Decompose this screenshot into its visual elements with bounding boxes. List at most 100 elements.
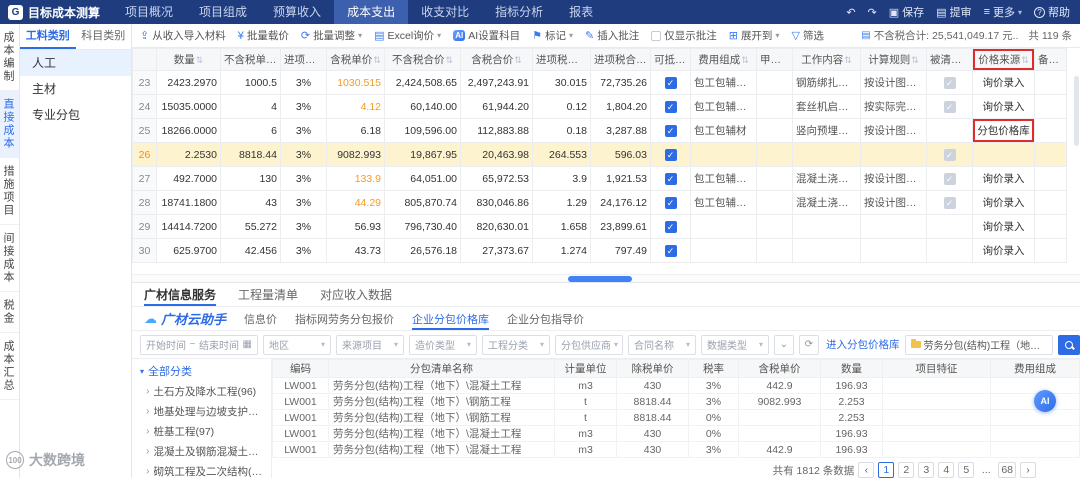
filter-select[interactable]: 工程分类 ▾ [482, 334, 550, 355]
filter-select[interactable]: 合同名称 ▾ [628, 334, 696, 355]
ai-assistant-button[interactable]: AI [1034, 390, 1056, 412]
collapse-filters-button[interactable]: ⌄ [774, 334, 794, 355]
column-header[interactable]: 进项税合价⇅ [590, 48, 651, 71]
assistant-tab[interactable]: 信息价 [244, 307, 277, 330]
assistant-tab[interactable]: 企业分包价格库 [412, 307, 489, 330]
cell-deductible[interactable]: ✓ [650, 142, 691, 167]
column-header[interactable]: 进项税单价⇅ [532, 48, 591, 71]
tree-item[interactable]: ›混凝土及钢筋混凝土工程(3453) [132, 441, 271, 461]
column-header[interactable]: 含税单价⇅ [326, 48, 385, 71]
column-header[interactable]: 价格来源⇅ [972, 48, 1035, 71]
page-button[interactable]: 5 [958, 462, 975, 478]
column-header[interactable]: 含税合价⇅ [460, 48, 533, 71]
bottom-column-header[interactable]: 分包清单名称 [328, 359, 555, 378]
bottom-table-row[interactable]: LW001 劳务分包(结构)工程（地下）\混凝土工程 m3 430 3% 442.9 196… [272, 377, 1080, 394]
prev-page-button[interactable]: ‹ [858, 462, 875, 478]
tree-item[interactable]: › 砌筑工程及二次结构(634) [132, 461, 271, 478]
undo-icon[interactable]: ↶ [846, 6, 855, 19]
library-path[interactable]: 劳务分包(结构)工程（地下） [904, 334, 1053, 355]
table-row[interactable]: 26 2.2530 8818.44 3% 9082.993 19,867.95 20,463… [132, 142, 1067, 167]
page-button[interactable]: 68 [998, 462, 1016, 478]
bottom-table-row[interactable]: LW001 劳务分包(结构)工程（地下）\混凝土工程 m3 430 3% 442.9 196… [272, 441, 1080, 458]
cell-deductible[interactable]: ✓ [650, 70, 691, 95]
top-menu-item[interactable]: 成本支出 [334, 0, 409, 24]
filter-select[interactable]: 造价类型 ▾ [409, 334, 477, 355]
scrollbar-thumb[interactable] [568, 276, 633, 282]
top-menu-item[interactable]: 项目概况 [112, 0, 186, 24]
table-row[interactable]: 25 18266.0000 6 3% 6.18 109,596.00 112,883.88 0… [132, 118, 1067, 143]
page-button[interactable]: 2 [898, 462, 915, 478]
bottom-column-header[interactable]: 数量 [820, 359, 883, 378]
submit-review-button[interactable]: ▤ 提审 [936, 4, 971, 20]
bottom-column-header[interactable]: 税率 [688, 359, 739, 378]
cell-cited[interactable] [926, 214, 973, 239]
deductible-checkbox[interactable]: ✓ [664, 76, 677, 89]
cited-checkbox[interactable]: ✓ [943, 172, 956, 185]
cell-deductible[interactable]: ✓ [650, 94, 691, 119]
cell-cited[interactable]: ✓ [926, 166, 973, 191]
toolbar-expand-button[interactable]: ⊞ 展开到 ▾ [729, 28, 780, 43]
cell-cited[interactable] [926, 238, 973, 263]
bottom-column-header[interactable]: 项目特征 [882, 359, 991, 378]
save-button[interactable]: ▣ 保存 [889, 4, 924, 20]
cited-checkbox[interactable]: ✓ [943, 76, 956, 89]
toolbar-filter-button[interactable]: ▽ 筛选 [791, 28, 823, 43]
category-tab[interactable]: 工料类别 [20, 24, 76, 49]
left-nav-item[interactable]: 直接成本 [0, 91, 19, 158]
cell-deductible[interactable]: ✓ [650, 166, 691, 191]
column-header[interactable]: 不含税合价⇅ [384, 48, 461, 71]
toolbar-price-button[interactable]: ¥ 批量载价 [238, 28, 289, 43]
bottom-column-header[interactable]: 计量单位 [554, 359, 617, 378]
more-button[interactable]: ≡ 更多 ▾ [984, 4, 1022, 20]
cell-cited[interactable] [926, 118, 973, 143]
left-nav-item[interactable]: 税金 [0, 292, 19, 333]
cited-checkbox[interactable]: ✓ [943, 100, 956, 113]
cell-cited[interactable]: ✓ [926, 142, 973, 167]
page-button[interactable]: 1 [878, 462, 895, 478]
column-header[interactable]: 甲供材⇅ [756, 48, 793, 71]
tree-item[interactable]: › 土石方及降水工程(96) [132, 381, 271, 401]
show-annotation-checkbox[interactable] [651, 30, 662, 41]
cited-checkbox[interactable]: ✓ [943, 148, 956, 161]
next-page-button[interactable]: › [1020, 462, 1036, 478]
table-row[interactable]: 28 18741.1800 43 3% 44.29 805,870.74 830,046.8… [132, 190, 1067, 215]
top-menu-item[interactable]: 指标分析 [482, 0, 556, 24]
column-header[interactable]: 计算规则⇅ [860, 48, 927, 71]
toolbar-ai-button[interactable]: AI AI设置科目 [453, 28, 520, 43]
tree-header[interactable]: ▾ 全部分类 [132, 361, 271, 381]
table-row[interactable]: 23 2423.2970 1000.5 3% 1030.515 2,424,508.65 2… [132, 70, 1067, 95]
redo-icon[interactable]: ↷ [868, 6, 877, 19]
filter-select[interactable]: 分包供应商 ▾ [555, 334, 623, 355]
horizontal-scrollbar[interactable] [132, 274, 1080, 282]
cell-deductible[interactable]: ✓ [650, 214, 691, 239]
left-nav-item[interactable]: 成本编制 [0, 24, 19, 91]
cell-deductible[interactable]: ✓ [650, 238, 691, 263]
toolbar-import-button[interactable]: ⇪ 从收入导入材料 [140, 28, 226, 43]
table-row[interactable]: 24 15035.0000 4 3% 4.12 60,140.00 61,944.20 0.1… [132, 94, 1067, 119]
bottom-column-header[interactable]: 含税单价 [738, 359, 821, 378]
cell-deductible[interactable]: ✓ [650, 118, 691, 143]
cell-cited[interactable]: ✓ [926, 94, 973, 119]
bottom-table-row[interactable]: LW001 劳务分包(结构)工程（地下）\混凝土工程 m3 430 0% 196.93 [272, 425, 1080, 442]
deductible-checkbox[interactable]: ✓ [664, 220, 677, 233]
filter-select[interactable]: 来源项目 ▾ [336, 334, 404, 355]
category-item[interactable]: 专业分包 [20, 102, 131, 128]
page-button[interactable]: 4 [938, 462, 955, 478]
cell-cited[interactable]: ✓ [926, 190, 973, 215]
bottom-column-header[interactable]: 编码 [272, 359, 329, 378]
top-menu-item[interactable]: 报表 [556, 0, 606, 24]
bottom-column-header[interactable]: 费用组成 [990, 359, 1080, 378]
column-header[interactable]: 费用组成⇅ [690, 48, 757, 71]
cell-cited[interactable]: ✓ [926, 70, 973, 95]
deductible-checkbox[interactable]: ✓ [664, 172, 677, 185]
category-item[interactable]: 主材 [20, 76, 131, 102]
left-nav-item[interactable]: 成本汇总 [0, 333, 19, 400]
toolbar-checkbox-button[interactable]: 仅显示批注 [651, 28, 717, 43]
help-button[interactable]: ? 帮助 [1034, 4, 1070, 20]
cited-checkbox[interactable]: ✓ [943, 196, 956, 209]
assistant-tab[interactable]: 企业分包指导价 [507, 307, 584, 330]
enter-price-library-link[interactable]: 进入分包价格库 [826, 337, 900, 352]
toolbar-adjust-button[interactable]: ⟳ 批量调整 ▾ [301, 28, 362, 43]
column-header[interactable]: 被清单引用⇅ [926, 48, 973, 71]
toolbar-edit-button[interactable]: ✎ 插入批注 [585, 28, 639, 43]
